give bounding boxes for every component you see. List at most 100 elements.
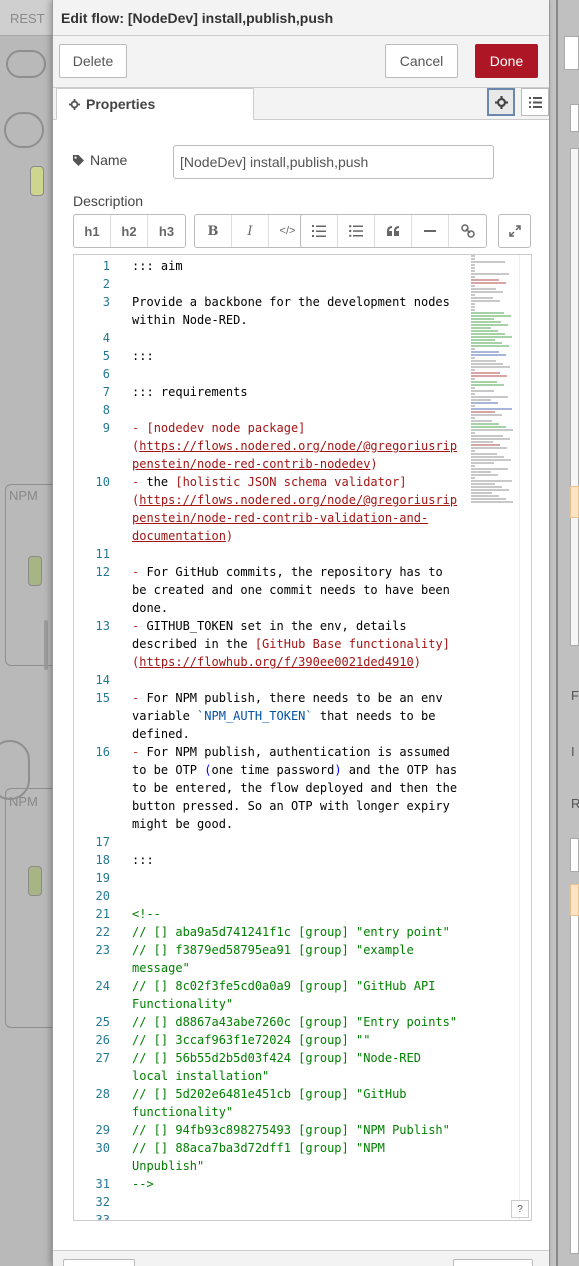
code-line: 31 --> — [74, 1175, 466, 1193]
line-number: 17 — [95, 835, 110, 849]
minimap-line — [471, 279, 499, 281]
block-group — [300, 214, 487, 248]
line-number: 3 — [102, 295, 110, 309]
line-number: 6 — [102, 367, 110, 381]
minimap-line — [471, 453, 497, 455]
flow-node[interactable] — [30, 166, 44, 196]
line-content: ::: aim — [132, 259, 183, 273]
code-line: 16 - For NPM publish, authentication is a… — [74, 743, 466, 833]
minimap-line — [471, 441, 493, 443]
code-line: 13 - GITHUB_TOKEN set in the env, details… — [74, 617, 466, 671]
done-button[interactable]: Done — [475, 44, 538, 78]
tab-settings[interactable] — [487, 88, 515, 116]
editor-scrollbar[interactable] — [519, 255, 529, 1220]
h3-button[interactable]: h3 — [148, 215, 185, 247]
sidebar-tab[interactable] — [564, 36, 579, 70]
name-label-text: Name — [90, 152, 128, 168]
line-content: - [nodedev node package](https://flows.n… — [132, 421, 458, 471]
code-line: 20 — [74, 887, 466, 905]
workspace-tab[interactable]: REST — [10, 11, 45, 26]
line-number: 16 — [95, 745, 110, 759]
minimap-line — [471, 276, 475, 278]
description-label: Description — [73, 193, 144, 209]
sidebar — [556, 0, 579, 1266]
minimap-line — [471, 354, 506, 356]
h1-button[interactable]: h1 — [74, 215, 111, 247]
line-number: 22 — [95, 925, 110, 939]
line-content — [114, 329, 462, 347]
line-number: 7 — [102, 385, 110, 399]
minimap-line — [471, 486, 502, 488]
minimap-line — [471, 390, 494, 392]
minimap-line — [471, 321, 501, 323]
bold-button[interactable]: B — [195, 215, 232, 247]
line-content — [114, 887, 462, 905]
line-number: 12 — [95, 565, 110, 579]
cancel-button[interactable]: Cancel — [385, 44, 458, 78]
minimap-line — [471, 501, 513, 503]
ordered-list-button[interactable] — [301, 215, 338, 247]
help-button[interactable]: ? — [511, 1200, 529, 1218]
line-content: - GITHUB_TOKEN set in the env, details d… — [132, 619, 450, 669]
unordered-list-button[interactable] — [338, 215, 375, 247]
flow-node[interactable] — [28, 866, 42, 896]
minimap-line — [471, 273, 509, 275]
line-number: 25 — [95, 1015, 110, 1029]
minimap-line — [471, 468, 508, 470]
horizontal-rule-icon — [424, 230, 436, 232]
line-content: // [] 56b55d2b5d03f424 [group] "Node-RED… — [132, 1051, 429, 1083]
line-number: 23 — [95, 943, 110, 957]
line-content — [114, 1211, 462, 1220]
flow-node[interactable] — [28, 556, 42, 586]
code-line: 14 — [74, 671, 466, 689]
line-content — [114, 833, 462, 851]
tab-properties[interactable]: Properties — [56, 88, 254, 120]
tray-tabs: Properties — [53, 88, 549, 120]
minimap-line — [471, 366, 510, 368]
name-row: Name — [73, 145, 543, 179]
description-code-editor[interactable]: 1::: aim 2 3 Provide a backbone for the de… — [73, 254, 532, 1221]
tab-list[interactable] — [521, 88, 549, 116]
link-button[interactable] — [449, 215, 486, 247]
gear-icon — [69, 98, 80, 110]
minimap-line — [471, 303, 475, 305]
name-input[interactable] — [173, 145, 494, 179]
line-number: 18 — [95, 853, 110, 867]
sidebar-selected-item[interactable] — [570, 884, 579, 916]
footer-button[interactable] — [63, 1259, 135, 1266]
sidebar-input[interactable] — [570, 104, 579, 132]
sidebar-input[interactable] — [570, 838, 579, 872]
canvas-splitter[interactable] — [44, 620, 48, 670]
minimap-line — [471, 363, 503, 365]
editor-minimap[interactable] — [471, 255, 517, 515]
sidebar-selected-item[interactable] — [570, 486, 579, 518]
minimap-line — [471, 435, 503, 437]
minimap-line — [471, 369, 475, 371]
footer-button[interactable] — [453, 1259, 533, 1266]
flow-wire — [0, 740, 30, 800]
h2-button[interactable]: h2 — [111, 215, 148, 247]
minimap-line — [471, 339, 495, 341]
quote-button[interactable] — [375, 215, 412, 247]
line-content: - For NPM publish, there needs to be an … — [132, 691, 450, 741]
minimap-line — [471, 333, 505, 335]
flow-wire — [4, 112, 44, 148]
code-line: 22 // [] aba9a5d741241f1c [group] "entry … — [74, 923, 466, 941]
gear-icon — [494, 95, 508, 109]
minimap-line — [471, 411, 495, 413]
code-line: 19 — [74, 869, 466, 887]
flow-group[interactable] — [5, 788, 52, 1028]
link-icon — [460, 224, 475, 238]
line-number: 11 — [95, 547, 110, 561]
expand-button[interactable] — [499, 215, 530, 247]
code-line: 7::: requirements — [74, 383, 466, 401]
italic-button[interactable]: I — [232, 215, 269, 247]
horizontal-rule-button[interactable] — [412, 215, 449, 247]
minimap-line — [471, 309, 475, 311]
minimap-line — [471, 429, 513, 431]
line-number: 14 — [95, 673, 110, 687]
code-line: 6 — [74, 365, 466, 383]
delete-button[interactable]: Delete — [59, 44, 127, 78]
line-content: // [] 8c02f3fe5cd0a0a9 [group] "GitHub A… — [132, 979, 443, 1011]
line-content: // [] 5d202e6481e451cb [group] "GitHub f… — [132, 1087, 414, 1119]
